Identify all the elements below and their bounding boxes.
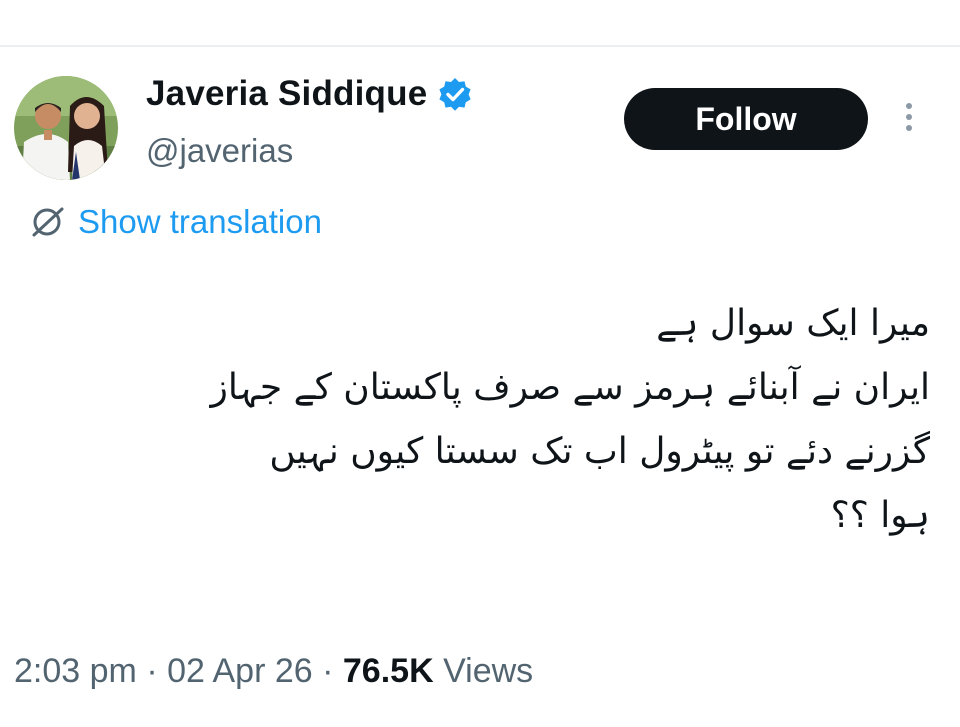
tweet-text-line: ایران نے آبنائے ہرمز سے صرف پاکستان کے ج… xyxy=(210,367,930,408)
views-label: Views xyxy=(443,652,534,690)
views-count: 76.5K xyxy=(342,652,434,690)
follow-button[interactable]: Follow xyxy=(624,88,868,150)
translate-globe-icon xyxy=(28,202,68,242)
verified-badge-icon xyxy=(437,76,473,112)
tweet-date[interactable]: 02 Apr 26 xyxy=(167,652,313,690)
more-vertical-icon[interactable] xyxy=(898,100,920,140)
meta-separator: · xyxy=(146,652,158,690)
tweet-text: میرا ایک سوال ہے ایران نے آبنائے ہرمز سے… xyxy=(30,292,930,548)
author-name[interactable]: Javeria Siddique xyxy=(146,74,473,114)
avatar-photo xyxy=(14,76,118,180)
top-divider xyxy=(0,45,960,47)
tweet-card: Javeria Siddique @javerias Follow Show t… xyxy=(0,0,960,727)
tweet-text-line: گزرنے دئے تو پیٹرول اب تک سستا کیوں نہیں xyxy=(269,431,930,472)
tweet-time[interactable]: 2:03 pm xyxy=(14,652,137,690)
avatar[interactable] xyxy=(14,76,118,180)
author-name-text[interactable]: Javeria Siddique xyxy=(146,74,427,114)
meta-separator: · xyxy=(322,652,334,690)
show-translation-label[interactable]: Show translation xyxy=(78,203,322,241)
tweet-meta: 2:03 pm · 02 Apr 26 · 76.5K Views xyxy=(14,652,533,691)
tweet-text-line: ہوا ؟؟ xyxy=(830,495,930,536)
tweet-text-line: میرا ایک سوال ہے xyxy=(656,303,930,344)
show-translation-link[interactable]: Show translation xyxy=(28,200,322,244)
author-handle[interactable]: @javerias xyxy=(146,132,293,170)
